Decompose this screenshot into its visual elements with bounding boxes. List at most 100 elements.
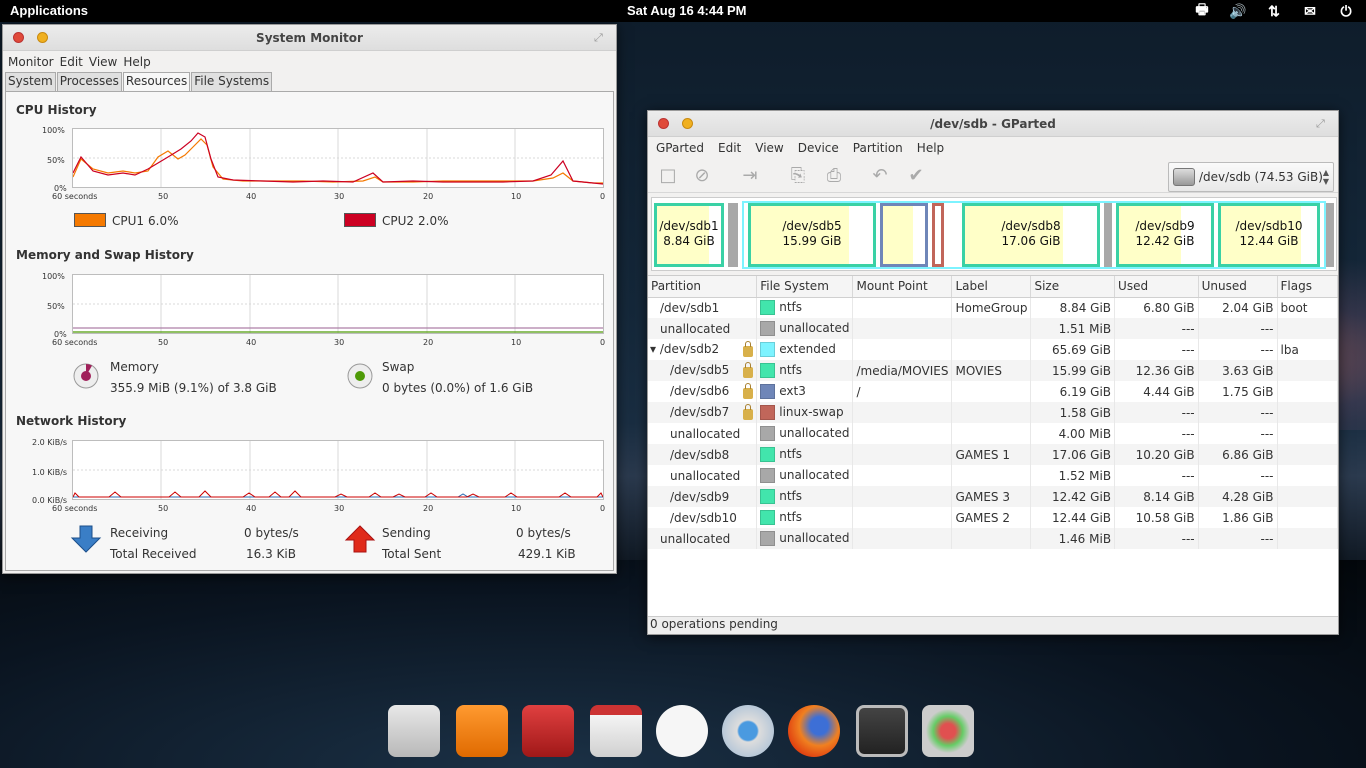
cell-used: 4.44 GiB xyxy=(1114,381,1199,402)
cpu-xtick: 60 seconds xyxy=(52,192,98,201)
messaging-icon[interactable] xyxy=(656,705,708,757)
home-folder-icon[interactable] xyxy=(388,705,440,757)
table-row[interactable]: /dev/sdb7 linux-swap 1.58 GiB --- --- xyxy=(648,402,1338,423)
map-partition-sdb1[interactable]: /dev/sdb1 8.84 GiB xyxy=(654,203,724,267)
map-partition-sdb10[interactable]: /dev/sdb10 12.44 GiB xyxy=(1218,203,1320,267)
menu-gparted[interactable]: GParted xyxy=(653,141,707,155)
map-partition-size: 12.42 GiB xyxy=(1135,234,1195,248)
sending-arrow-icon[interactable] xyxy=(344,524,376,554)
cell-flags xyxy=(1277,528,1338,549)
map-unallocated[interactable] xyxy=(1326,203,1334,267)
network-icon[interactable]: ⇅ xyxy=(1264,2,1284,20)
cell-mount-point xyxy=(852,339,953,360)
table-row[interactable]: /dev/sdb9 ntfs GAMES 3 12.42 GiB 8.14 GiB 4.2… xyxy=(648,486,1338,507)
menu-edit[interactable]: Edit xyxy=(57,55,86,69)
swap-pie-icon[interactable] xyxy=(346,362,374,390)
tab-processes[interactable]: Processes xyxy=(56,72,122,91)
delete-partition-icon[interactable]: ⊘ xyxy=(690,165,714,187)
col-used[interactable]: Used xyxy=(1114,276,1199,298)
cpu2-color-button[interactable] xyxy=(344,213,376,227)
col-partition[interactable]: Partition xyxy=(648,276,758,298)
table-row[interactable]: ▾ /dev/sdb2 extended 65.69 GiB --- --- lba xyxy=(648,339,1338,360)
printer-icon[interactable]: 🖶 xyxy=(1192,1,1212,20)
cell-flags xyxy=(1277,318,1338,339)
menu-help[interactable]: Help xyxy=(120,55,153,69)
memory-pie-icon[interactable] xyxy=(72,362,100,390)
col-flags[interactable]: Flags xyxy=(1277,276,1338,298)
power-icon[interactable]: ⏻ xyxy=(1336,2,1356,20)
cell-mount-point xyxy=(852,297,953,318)
receiving-arrow-icon[interactable] xyxy=(70,524,102,554)
menu-edit[interactable]: Edit xyxy=(715,141,744,155)
menu-partition[interactable]: Partition xyxy=(850,141,906,155)
map-unallocated[interactable] xyxy=(728,203,738,267)
table-row[interactable]: unallocated unallocated 1.51 MiB --- --- xyxy=(648,318,1338,339)
map-unallocated[interactable] xyxy=(1104,203,1112,267)
menu-device[interactable]: Device xyxy=(795,141,842,155)
mail-icon[interactable]: ✉ xyxy=(1300,2,1320,20)
col-unused[interactable]: Unused xyxy=(1198,276,1278,298)
cell-size: 15.99 GiB xyxy=(1030,360,1116,381)
cpu1-color-button[interactable] xyxy=(74,213,106,227)
undo-icon[interactable]: ↶ xyxy=(868,165,892,187)
cell-label: GAMES 3 xyxy=(951,486,1032,507)
map-partition-sdb8[interactable]: /dev/sdb8 17.06 GiB xyxy=(962,203,1100,267)
chromium-icon[interactable] xyxy=(722,705,774,757)
maximize-icon[interactable]: ⤢ xyxy=(594,31,606,44)
table-row[interactable]: /dev/sdb5 ntfs/media/MOVIES MOVIES 15.99 Gi… xyxy=(648,360,1338,381)
volume-icon[interactable]: 🔊 xyxy=(1228,2,1248,20)
table-row[interactable]: unallocated unallocated 4.00 MiB --- --- xyxy=(648,423,1338,444)
table-row[interactable]: /dev/sdb10 ntfs GAMES 2 12.44 GiB 10.58 GiB 1… xyxy=(648,507,1338,528)
table-row[interactable]: /dev/sdb6 ext3 / 6.19 GiB 4.44 GiB 1.75 GiB xyxy=(648,381,1338,402)
maximize-icon[interactable]: ⤢ xyxy=(1316,117,1328,130)
col-file-system[interactable]: File System xyxy=(756,276,854,298)
device-selector[interactable]: /dev/sdb (74.53 GiB) ▲ ▼ xyxy=(1168,162,1334,192)
table-row[interactable]: unallocated unallocated 1.46 MiB --- --- xyxy=(648,528,1338,549)
cell-partition: /dev/sdb6 xyxy=(648,381,758,402)
tab-system[interactable]: System xyxy=(5,72,56,91)
clock[interactable]: Sat Aug 16 4:44 PM xyxy=(627,3,746,18)
menu-help[interactable]: Help xyxy=(914,141,947,155)
col-size[interactable]: Size xyxy=(1030,276,1116,298)
net-xtick: 40 xyxy=(246,504,257,513)
menu-monitor[interactable]: Monitor xyxy=(5,55,57,69)
table-row[interactable]: unallocated unallocated 1.52 MiB --- --- xyxy=(648,465,1338,486)
map-partition-sdb7[interactable] xyxy=(932,203,944,267)
new-partition-icon[interactable]: □ xyxy=(656,165,680,187)
music-player-icon[interactable] xyxy=(456,705,508,757)
col-label[interactable]: Label xyxy=(951,276,1032,298)
table-row[interactable]: /dev/sdb1 ntfs HomeGroup 8.84 GiB 6.80 GiB 2.… xyxy=(648,297,1338,318)
total-sent-label: Total Sent xyxy=(382,547,442,561)
firefox-icon[interactable] xyxy=(788,705,840,757)
applications-menu[interactable]: Applications xyxy=(10,3,88,18)
tab-resources[interactable]: Resources xyxy=(122,72,191,92)
filesystem-color-swatch xyxy=(760,405,776,420)
cpu-ytick: 100% xyxy=(42,126,65,135)
cell-used: 6.80 GiB xyxy=(1114,297,1199,318)
calendar-icon[interactable] xyxy=(590,705,642,757)
lock-icon xyxy=(743,341,754,357)
titlebar[interactable]: /dev/sdb - GParted ⤢ xyxy=(648,111,1338,137)
system-monitor-icon[interactable] xyxy=(856,705,908,757)
col-mount-point[interactable]: Mount Point xyxy=(852,276,953,298)
lock-icon xyxy=(743,404,754,420)
filesystem-name: ntfs xyxy=(779,489,803,503)
disk-utility-icon[interactable] xyxy=(922,705,974,757)
titlebar[interactable]: System Monitor ⤢ xyxy=(3,25,616,51)
tab-file-systems[interactable]: File Systems xyxy=(191,72,273,91)
map-partition-sdb5[interactable]: /dev/sdb5 15.99 GiB xyxy=(748,203,876,267)
receiving-label: Receiving xyxy=(110,526,169,540)
table-row[interactable]: /dev/sdb8 ntfs GAMES 1 17.06 GiB 10.20 GiB 6.… xyxy=(648,444,1338,465)
video-player-icon[interactable] xyxy=(522,705,574,757)
paste-icon[interactable]: ⎙ xyxy=(822,165,846,187)
cell-file-system: linux-swap xyxy=(756,402,854,423)
menu-view[interactable]: View xyxy=(86,55,120,69)
map-partition-sdb6[interactable] xyxy=(880,203,928,267)
map-partition-sdb9[interactable]: /dev/sdb9 12.42 GiB xyxy=(1116,203,1214,267)
copy-icon[interactable]: ⎘ xyxy=(786,165,810,187)
resize-move-icon[interactable]: ⇥ xyxy=(738,165,762,187)
dock xyxy=(382,700,982,768)
menu-view[interactable]: View xyxy=(752,141,786,155)
apply-icon[interactable]: ✔ xyxy=(904,165,928,187)
expander-icon[interactable]: ▾ xyxy=(650,342,660,356)
